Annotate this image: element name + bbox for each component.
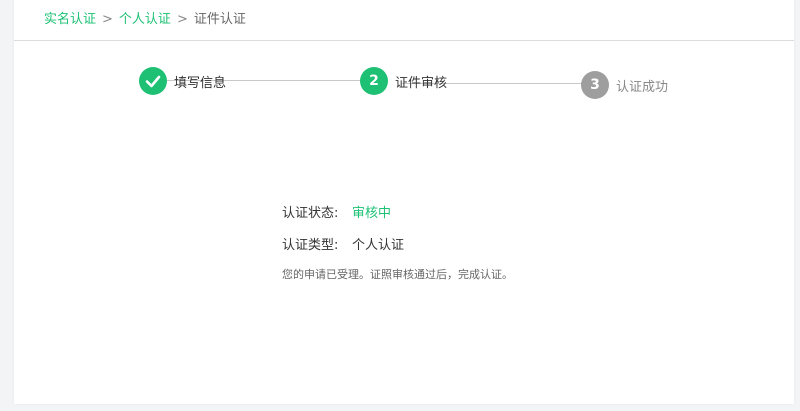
step-label-fill-info: 填写信息: [174, 75, 227, 91]
status-value: 审核中: [352, 206, 392, 221]
step-label-success: 认证成功: [616, 79, 669, 95]
status-note: 您的申请已受理。证照审核通过后，完成认证。: [282, 268, 513, 281]
step-circle-done: [139, 67, 167, 95]
progress-steps: 填写信息 2 证件审核 3 认证成功: [14, 64, 794, 104]
step-label-document-review: 证件审核: [395, 75, 448, 91]
header-divider: [14, 40, 794, 41]
step-success: 3 认证成功: [581, 70, 668, 100]
type-label: 认证类型:: [282, 238, 339, 253]
breadcrumb-separator: >: [102, 12, 113, 27]
status-info: 认证状态: 审核中 认证类型: 个人认证 您的申请已受理。证照审核通过后，完成认证。: [282, 204, 702, 282]
type-row: 认证类型: 个人认证: [282, 236, 702, 256]
breadcrumb-current: 证件认证: [193, 12, 246, 27]
verification-card: 实名认证 > 个人认证 > 证件认证 填写信息 2 证件审核 3 认证成功 认证状态: 审…: [14, 0, 794, 404]
step-circle-active: 2: [360, 67, 388, 95]
breadcrumb: 实名认证 > 个人认证 > 证件认证: [44, 10, 246, 30]
status-label: 认证状态:: [282, 206, 339, 221]
step-circle-pending: 3: [581, 71, 609, 99]
status-row: 认证状态: 审核中: [282, 204, 702, 224]
breadcrumb-link-real-name[interactable]: 实名认证: [44, 12, 96, 27]
step-fill-info: 填写信息: [139, 66, 226, 96]
breadcrumb-separator: >: [176, 12, 188, 27]
type-value: 个人认证: [352, 238, 405, 253]
step-document-review: 2 证件审核: [360, 66, 447, 96]
check-icon: [145, 75, 161, 88]
breadcrumb-link-personal[interactable]: 个人认证: [119, 12, 171, 27]
